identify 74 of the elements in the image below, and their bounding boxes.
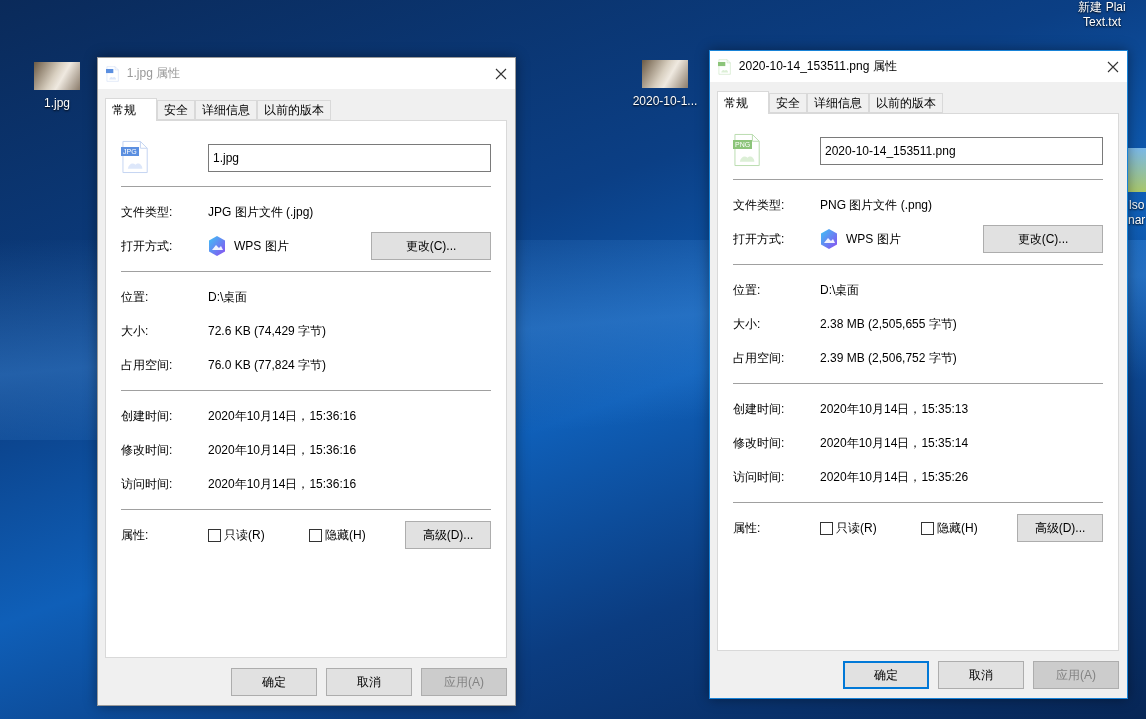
field-label: 大小: (733, 315, 762, 333)
field-label: 占用空间: (733, 349, 786, 367)
field-value: D:\桌面 (820, 281, 861, 299)
field-label: 创建时间: (733, 400, 786, 418)
name-field[interactable]: 1.jpg (208, 144, 491, 172)
field-value: 2020年10月14日，15:35:26 (820, 468, 970, 486)
field-value: 2020年10月14日，15:36:16 (208, 407, 358, 425)
desktop-icon-label[interactable]: 新建 Plai Text.txt (1078, 0, 1126, 30)
field-label: 访问时间: (121, 475, 174, 493)
field-label: 文件类型: (733, 196, 786, 214)
field-value: WPS 图片 (234, 237, 289, 255)
checkbox-label: 只读(R) (224, 526, 265, 544)
checkbox[interactable] (208, 528, 221, 542)
field-value: 72.6 KB (74,429 字节) (208, 322, 328, 340)
advanced-button[interactable]: 高级(D)... (1017, 514, 1103, 542)
field-label: 位置: (121, 288, 150, 306)
tab[interactable]: 详细信息 (195, 100, 257, 120)
desktop-icon-label[interactable]: 2020-10-1... (632, 94, 698, 109)
checkbox-label: 只读(R) (836, 519, 877, 537)
field-value: 2020年10月14日，15:36:16 (208, 475, 358, 493)
field-label: 文件类型: (121, 203, 174, 221)
field-label: 打开方式: (733, 230, 786, 248)
field-value: 2020年10月14日，15:36:16 (208, 441, 358, 459)
field-label: 位置: (733, 281, 762, 299)
tab[interactable]: 安全 (157, 100, 195, 120)
field-value: JPG 图片文件 (.jpg) (208, 203, 315, 221)
desktop-icon-label[interactable]: lso nar (1128, 198, 1146, 228)
window-title: 2020-10-14_153511.png 属性 (738, 58, 898, 75)
tab[interactable]: 以前的版本 (869, 93, 943, 113)
app-icon (208, 236, 226, 256)
field-label: 大小: (121, 322, 150, 340)
field-label: 占用空间: (121, 356, 174, 374)
close-icon[interactable] (1107, 60, 1119, 73)
field-value: 2020年10月14日，15:35:13 (820, 400, 970, 418)
window-title: 1.jpg 属性 (126, 65, 182, 82)
field-value: WPS 图片 (846, 230, 901, 248)
field-label: 修改时间: (733, 434, 786, 452)
tab[interactable]: 安全 (769, 93, 807, 113)
dialog-button[interactable]: 取消 (326, 668, 412, 696)
field-label: 访问时间: (733, 468, 786, 486)
field-label: 修改时间: (121, 441, 174, 459)
checkbox[interactable] (309, 528, 322, 542)
photo-placeholder[interactable] (34, 62, 80, 90)
desktop-icon-label[interactable]: 1.jpg (44, 96, 70, 111)
tab[interactable]: 常规 (105, 98, 157, 121)
field-value: 2.39 MB (2,506,752 字节) (820, 349, 958, 367)
close-icon[interactable] (495, 67, 507, 80)
checkbox[interactable] (820, 521, 833, 535)
checkbox-label: 隐藏(H) (937, 519, 978, 537)
field-value: 2020年10月14日，15:35:14 (820, 434, 970, 452)
dialog-button[interactable]: 确定 (231, 668, 317, 696)
field-label: 属性: (733, 519, 762, 537)
field-value: 76.0 KB (77,824 字节) (208, 356, 328, 374)
field-label: 创建时间: (121, 407, 174, 425)
advanced-button[interactable]: 高级(D)... (405, 521, 491, 549)
tab[interactable]: 常规 (717, 91, 769, 114)
checkbox[interactable] (921, 521, 934, 535)
name-field[interactable]: 2020-10-14_153511.png (820, 137, 1103, 165)
change-button[interactable]: 更改(C)... (371, 232, 491, 260)
checkbox-label: 隐藏(H) (325, 526, 366, 544)
tab[interactable]: 以前的版本 (257, 100, 331, 120)
image-file-icon (718, 58, 731, 75)
dialog-button[interactable]: 取消 (938, 661, 1024, 689)
dialog-button[interactable]: 确定 (843, 661, 929, 689)
field-value: PNG 图片文件 (.png) (820, 196, 934, 214)
field-value: 2.38 MB (2,505,655 字节) (820, 315, 958, 333)
field-label: 属性: (121, 526, 150, 544)
app-icon (820, 229, 838, 249)
field-label: 打开方式: (121, 237, 174, 255)
change-button[interactable]: 更改(C)... (983, 225, 1103, 253)
field-value: D:\桌面 (208, 288, 249, 306)
photo-placeholder[interactable] (642, 60, 688, 88)
tab[interactable]: 详细信息 (807, 93, 869, 113)
image-file-icon (106, 65, 119, 82)
